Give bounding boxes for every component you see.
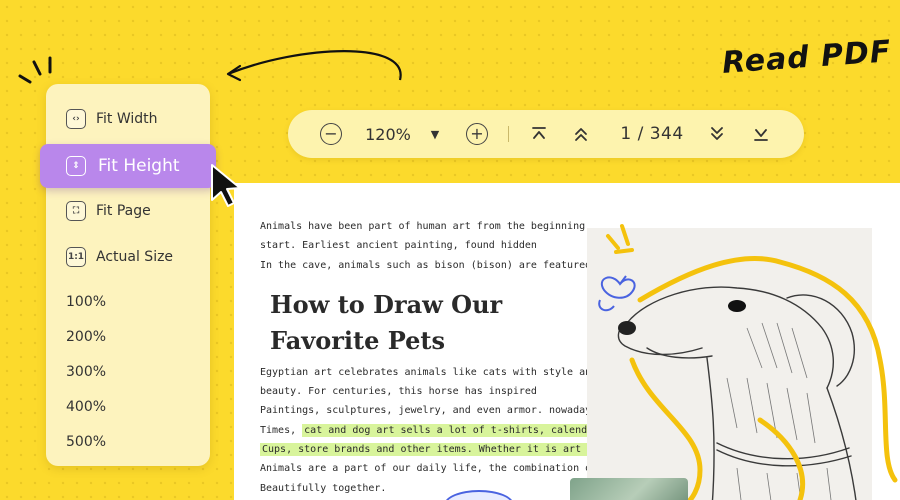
curved-arrow <box>227 50 402 81</box>
menu-item-zoom-200[interactable]: 200% <box>46 321 210 353</box>
menu-item-zoom-300[interactable]: 300% <box>46 356 210 388</box>
last-page-button[interactable] <box>750 122 772 146</box>
menu-item-label: Fit Width <box>96 111 158 127</box>
burst-marks-left <box>18 56 52 84</box>
menu-item-zoom-400[interactable]: 400% <box>46 391 210 423</box>
actual-size-icon: 1:1 <box>66 247 86 267</box>
paragraph-line-4-text: Times, <box>260 425 303 436</box>
menu-item-actual-size[interactable]: 1:1 Actual Size <box>46 241 210 273</box>
fit-options-menu: ‹› Fit Width ⇕ Fit Height ⛶ Fit Page 1:1… <box>40 84 216 466</box>
previous-page-button[interactable] <box>570 122 592 146</box>
toolbar-divider <box>508 126 509 142</box>
dog-sketch-drawing <box>617 286 857 500</box>
menu-item-fit-height[interactable]: ⇕ Fit Height <box>40 144 216 188</box>
next-page-button[interactable] <box>706 122 728 146</box>
first-page-icon <box>532 127 546 139</box>
menu-item-label: Actual Size <box>96 249 174 265</box>
double-chevron-down-icon <box>711 127 723 140</box>
paragraph-line-1: Egyptian art celebrates animals like cat… <box>260 367 634 378</box>
menu-item-zoom-100[interactable]: 100% <box>46 286 210 318</box>
menu-item-fit-width[interactable]: ‹› Fit Width <box>46 103 210 135</box>
fit-width-icon: ‹› <box>66 109 86 129</box>
menu-item-zoom-500[interactable]: 500% <box>46 426 210 458</box>
paragraph-line-3: Paintings, sculptures, jewelry, and even… <box>260 405 598 416</box>
zoom-out-button[interactable]: − <box>320 123 342 145</box>
intro-line-2: start. Earliest ancient painting, found … <box>260 240 537 251</box>
intro-line-1: Animals have been part of human art from… <box>260 221 586 232</box>
paragraph-line-2: beauty. For centuries, this horse has in… <box>260 386 537 397</box>
zoom-in-button[interactable]: + <box>466 123 488 145</box>
minus-icon: − <box>324 124 338 143</box>
first-page-button[interactable] <box>528 122 550 146</box>
menu-item-fit-page[interactable]: ⛶ Fit Page <box>46 195 210 227</box>
page-indicator: 1 / 344 <box>620 124 684 144</box>
zoom-toolbar: − 120% ▼ + 1 / 344 <box>288 110 804 158</box>
double-chevron-up-icon <box>575 128 587 141</box>
menu-item-label: Fit Height <box>98 156 180 176</box>
paragraph-line-7: Beautifully together. <box>260 483 387 494</box>
document-heading-line-2: Favorite Pets <box>270 326 445 355</box>
intro-line-3: In the cave, animals such as bison (biso… <box>260 260 598 271</box>
dog-sketch-image <box>587 228 872 500</box>
read-pdf-headline: Read PDF <box>720 34 893 81</box>
plus-icon: + <box>470 124 484 143</box>
menu-item-label: Fit Page <box>96 203 151 219</box>
zoom-dropdown-caret-icon[interactable]: ▼ <box>428 122 442 146</box>
secondary-image-thumbnail <box>570 478 688 500</box>
fit-page-icon: ⛶ <box>66 201 86 221</box>
fit-height-icon: ⇕ <box>66 156 86 176</box>
document-heading-line-1: How to Draw Our <box>270 290 503 319</box>
zoom-value: 120% <box>365 124 411 144</box>
last-page-icon <box>754 129 768 141</box>
